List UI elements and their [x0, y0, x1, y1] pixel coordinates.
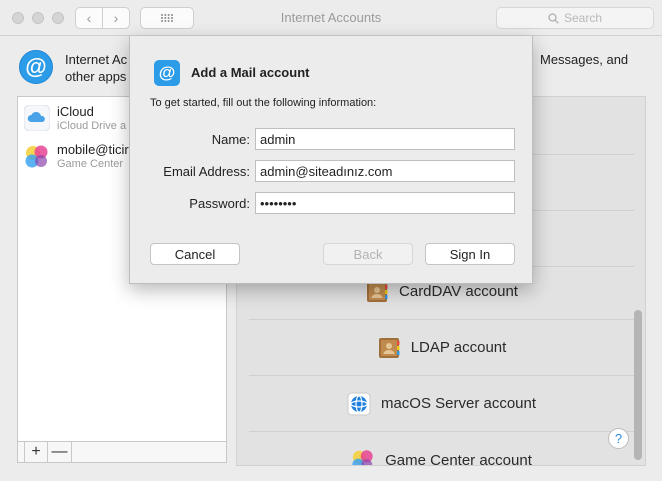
accounts-list-controls: + —	[17, 442, 227, 463]
password-field[interactable]	[255, 192, 515, 214]
add-account-button[interactable]: +	[24, 442, 48, 462]
header-description-line1: Internet Ac	[65, 52, 128, 67]
email-field[interactable]	[255, 160, 515, 182]
name-label: Name:	[211, 132, 250, 147]
search-placeholder: Search	[563, 11, 603, 25]
account-subtitle: Game Center	[57, 158, 124, 170]
account-name: iCloud	[57, 104, 94, 119]
game-center-icon	[25, 145, 48, 168]
add-mail-account-sheet: @ Add a Mail account To get started, fil…	[129, 36, 533, 284]
email-label: Email Address:	[163, 164, 250, 179]
sheet-instructions: To get started, fill out the following i…	[150, 97, 377, 109]
contacts-book-icon	[378, 337, 400, 358]
name-field[interactable]	[255, 128, 515, 150]
provider-list-scrollbar[interactable]	[634, 310, 642, 460]
title-bar: ‹ › Internet Accounts Search	[0, 0, 662, 36]
provider-label: Game Center account	[385, 451, 532, 466]
provider-item-ldap[interactable]: LDAP account	[249, 320, 634, 376]
provider-item-game-center[interactable]: Game Center account	[249, 432, 634, 466]
sign-in-button[interactable]: Sign In	[425, 243, 515, 265]
header-description-right: Messages, and	[540, 52, 629, 67]
icloud-icon	[24, 105, 50, 131]
password-label: Password:	[189, 196, 250, 211]
cancel-button[interactable]: Cancel	[150, 243, 240, 265]
search-icon	[548, 12, 559, 24]
provider-item-macos-server[interactable]: macOS Server account	[249, 376, 634, 432]
search-field[interactable]: Search	[496, 7, 654, 29]
sheet-title: Add a Mail account	[191, 65, 310, 80]
provider-label: CardDAV account	[399, 283, 518, 300]
internet-accounts-icon: @	[19, 50, 53, 84]
account-name: mobile@ticir	[57, 142, 129, 157]
provider-label: LDAP account	[410, 339, 507, 356]
provider-label: macOS Server account	[380, 395, 537, 412]
game-center-icon	[352, 450, 373, 465]
remove-account-button[interactable]: —	[48, 442, 72, 462]
mail-at-icon: @	[154, 60, 180, 86]
account-subtitle: iCloud Drive a	[57, 120, 127, 132]
macos-server-icon	[347, 392, 371, 415]
help-button[interactable]: ?	[608, 428, 629, 449]
back-button[interactable]: Back	[323, 243, 413, 265]
header-description-line2: other apps	[65, 69, 127, 84]
